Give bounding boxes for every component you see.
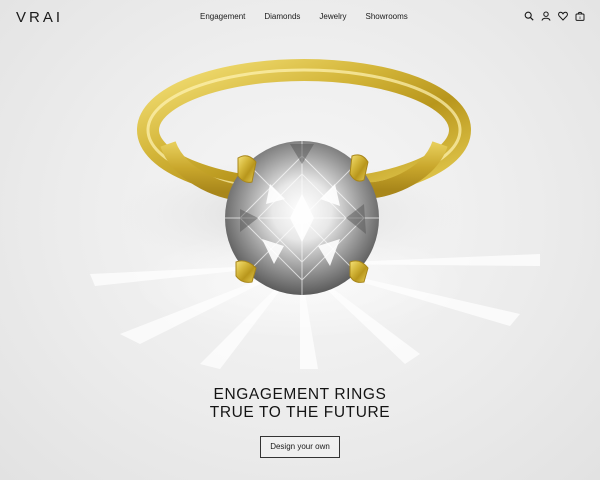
header-icons: 0 xyxy=(524,11,585,21)
bag-icon[interactable]: 0 xyxy=(575,11,585,21)
search-icon[interactable] xyxy=(524,11,534,21)
site-header: VRAI Engagement Diamonds Jewelry Showroo… xyxy=(0,0,600,34)
main-nav: Engagement Diamonds Jewelry Showrooms xyxy=(200,12,408,21)
heart-icon[interactable] xyxy=(558,11,568,21)
hero-headline: ENGAGEMENT RINGS TRUE TO THE FUTURE xyxy=(0,386,600,422)
account-icon[interactable] xyxy=(541,11,551,21)
nav-jewelry[interactable]: Jewelry xyxy=(319,12,346,21)
design-your-own-button[interactable]: Design your own xyxy=(260,436,340,458)
headline-line-2: TRUE TO THE FUTURE xyxy=(209,404,391,421)
brand-logo[interactable]: VRAI xyxy=(16,9,63,26)
nav-diamonds[interactable]: Diamonds xyxy=(264,12,300,21)
ring-image xyxy=(0,34,600,374)
headline-line-1: ENGAGEMENT RINGS xyxy=(213,386,387,403)
nav-showrooms[interactable]: Showrooms xyxy=(366,12,408,21)
page: VRAI Engagement Diamonds Jewelry Showroo… xyxy=(0,0,600,480)
svg-text:0: 0 xyxy=(579,16,581,20)
nav-engagement[interactable]: Engagement xyxy=(200,12,245,21)
